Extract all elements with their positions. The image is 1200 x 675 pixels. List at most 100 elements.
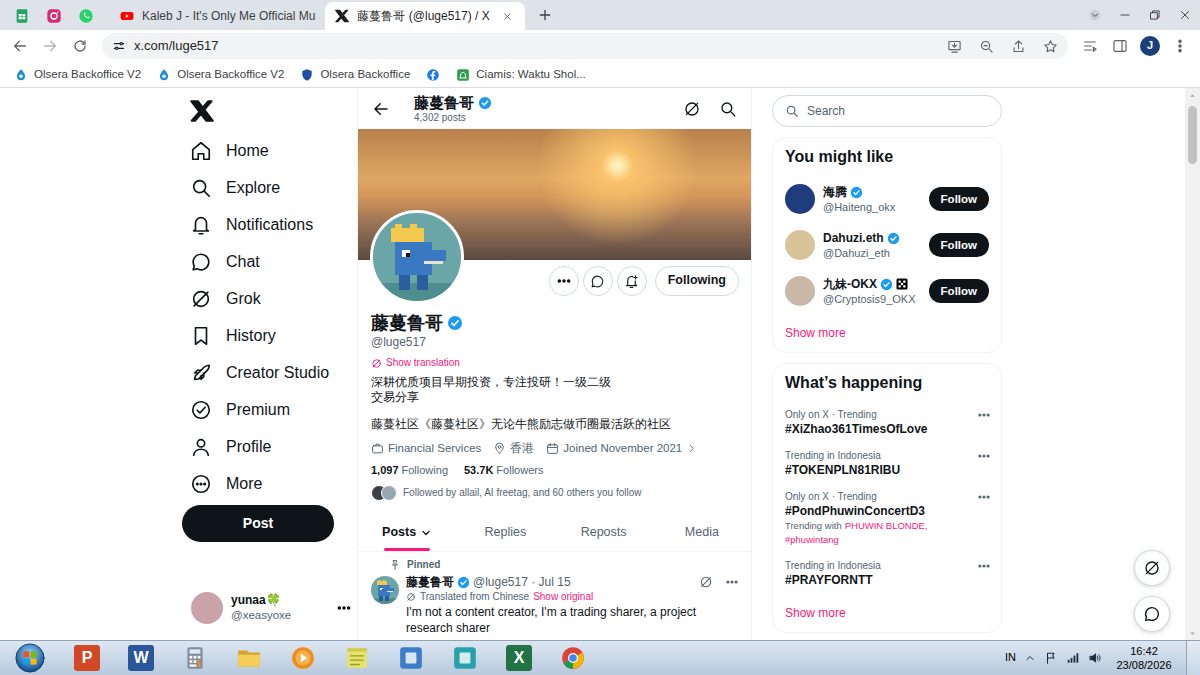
back-button[interactable] (6, 32, 34, 60)
app-tile[interactable]: W (128, 645, 154, 671)
action-center[interactable] (1044, 651, 1058, 665)
post-author-avatar[interactable] (371, 576, 399, 604)
clock-time[interactable]: 16:42 (1110, 644, 1178, 658)
more-button[interactable] (549, 266, 579, 296)
grok-float-button[interactable] (1134, 550, 1170, 586)
trend-item[interactable]: Only on X · Trending#XiZhao361TimesOfLov… (773, 402, 1001, 443)
followed-by-text[interactable]: Followed by allail, AI freetag, and 60 o… (403, 484, 641, 502)
bookmark-label[interactable]: Olsera Backoffice V2 (34, 67, 141, 81)
nav-item[interactable]: Chat (182, 243, 357, 280)
user-handle[interactable]: @Cryptosis9_OKX (823, 292, 921, 306)
trend-more-button[interactable] (977, 408, 991, 422)
followers-link[interactable]: 53.7KFollowers (464, 462, 543, 478)
taskbar-app[interactable] (384, 641, 438, 675)
bookmark-label[interactable]: Ciamis: Waktu Shol... (476, 67, 586, 81)
trend-tag[interactable]: #XiZhao361TimesOfLove (785, 421, 971, 437)
bookmark-star-button[interactable] (1038, 34, 1062, 58)
grok-button[interactable] (699, 575, 713, 589)
user-name[interactable]: 九妹-OKX (823, 277, 877, 292)
language-indicator[interactable]: IN (1005, 651, 1016, 665)
pinned-post[interactable]: Pinned藤蔓鲁哥@luge517 · Jul 15Translated fr… (358, 552, 751, 636)
app-tile[interactable]: X (506, 645, 532, 671)
menu-button[interactable] (1166, 32, 1194, 60)
bookmark-label[interactable]: Olsera Backoffice (320, 67, 410, 81)
trend-tag[interactable]: #PondPhuwinConcertD3 (785, 503, 971, 519)
restore-button[interactable] (1140, 0, 1170, 30)
taskbar-app[interactable]: P (60, 641, 114, 675)
profile-tab[interactable]: Replies (456, 514, 554, 551)
nav-label[interactable]: Premium (226, 400, 290, 420)
trend-tag[interactable]: #TOKENPLN81RIBU (785, 462, 971, 478)
tab-search-button[interactable] (1080, 0, 1110, 30)
close-window-button[interactable] (1170, 0, 1200, 30)
nav-item[interactable]: Profile (182, 428, 357, 465)
show-desktop-button[interactable] (1186, 641, 1200, 675)
nav-label[interactable]: Home (226, 141, 269, 161)
tab-close-button[interactable] (499, 8, 515, 24)
profile-tab[interactable]: Media (653, 514, 751, 551)
profile-avatar[interactable]: J (1140, 36, 1160, 56)
profile-tab-label[interactable]: Media (685, 525, 719, 541)
trend-more-button[interactable] (977, 559, 991, 573)
bookmark[interactable] (420, 66, 446, 84)
show-original-link[interactable]: Show original (533, 590, 593, 604)
user-name[interactable]: Dahuzi.eth (823, 231, 884, 246)
followers-label[interactable]: Followers (496, 464, 543, 476)
side-panel-button[interactable] (1106, 32, 1134, 60)
address-text[interactable]: x.com/luge517 (134, 38, 934, 54)
followed-by[interactable]: Followed by allail, AI freetag, and 60 o… (371, 484, 735, 502)
bookmark[interactable]: Olsera Backoffice V2 (8, 65, 147, 83)
show-translation-link[interactable]: Show translation (371, 355, 735, 371)
notify-button[interactable] (617, 266, 647, 296)
profile-tab-label[interactable]: Reposts (581, 525, 627, 541)
taskbar-app[interactable]: W (114, 641, 168, 675)
profile-button[interactable]: J (1136, 32, 1164, 60)
profile-tab[interactable]: Posts (358, 514, 456, 551)
install-button[interactable] (942, 34, 966, 58)
trend-item[interactable]: Trending in Indonesia#PRAYFORNTT (773, 553, 1001, 594)
show-more-link[interactable]: Show more (773, 314, 1001, 352)
nav-label[interactable]: Explore (226, 178, 280, 198)
profile-tab-label[interactable]: Posts (382, 525, 416, 541)
scroll-thumb[interactable] (1188, 106, 1197, 164)
pinned-tab[interactable] (6, 2, 38, 30)
trend-tag[interactable]: #PRAYFORNTT (785, 572, 971, 588)
bookmark[interactable]: Olsera Backoffice (294, 65, 416, 83)
bookmark[interactable]: Ciamis: Waktu Shol... (450, 65, 592, 83)
show-more-link[interactable]: Show more (773, 594, 1001, 632)
nav-label[interactable]: Chat (226, 252, 260, 272)
media-queue-button[interactable] (1076, 32, 1104, 60)
x-home-logo[interactable] (182, 96, 226, 126)
taskbar-app[interactable] (330, 641, 384, 675)
network-status[interactable] (1066, 651, 1080, 665)
pinned-tab[interactable] (70, 2, 102, 30)
nav-item[interactable]: More (182, 465, 357, 502)
scroll-up-button[interactable] (1185, 88, 1200, 102)
profile-tab[interactable]: Reposts (555, 514, 653, 551)
post-author-name[interactable]: 藤蔓鲁哥 (406, 574, 454, 590)
scroll-down-button[interactable] (1185, 626, 1200, 640)
nav-item[interactable]: History (182, 317, 357, 354)
taskbar-app[interactable] (222, 641, 276, 675)
minimize-button[interactable] (1110, 0, 1140, 30)
volume-control[interactable] (1088, 651, 1102, 665)
grok-button[interactable] (681, 98, 703, 120)
share-button[interactable] (1006, 34, 1030, 58)
search-input[interactable] (807, 104, 989, 119)
profile-tab-label[interactable]: Replies (485, 525, 527, 541)
nav-item[interactable]: Notifications (182, 206, 357, 243)
taskbar-app[interactable] (438, 641, 492, 675)
trend-item[interactable]: Trending in Indonesia#TOKENPLN81RIBU (773, 443, 1001, 484)
reload-button[interactable] (66, 32, 94, 60)
followers-count[interactable]: 53.7K (464, 464, 493, 476)
following-button[interactable]: Following (655, 266, 739, 296)
trend-item[interactable]: Only on X · Trending#PondPhuwinConcertD3… (773, 484, 1001, 553)
bookmark[interactable]: Olsera Backoffice V2 (151, 65, 290, 83)
joined-date[interactable]: Joined November 2021 (546, 440, 697, 456)
user-handle[interactable]: @Haiteng_okx (823, 200, 921, 214)
search-button[interactable] (717, 98, 739, 120)
app-tile[interactable]: P (74, 645, 100, 671)
suggested-user[interactable]: 九妹-OKX@Cryptosis9_OKXFollow (773, 268, 1001, 314)
search-box[interactable] (772, 95, 1002, 127)
nav-item[interactable]: Grok (182, 280, 357, 317)
